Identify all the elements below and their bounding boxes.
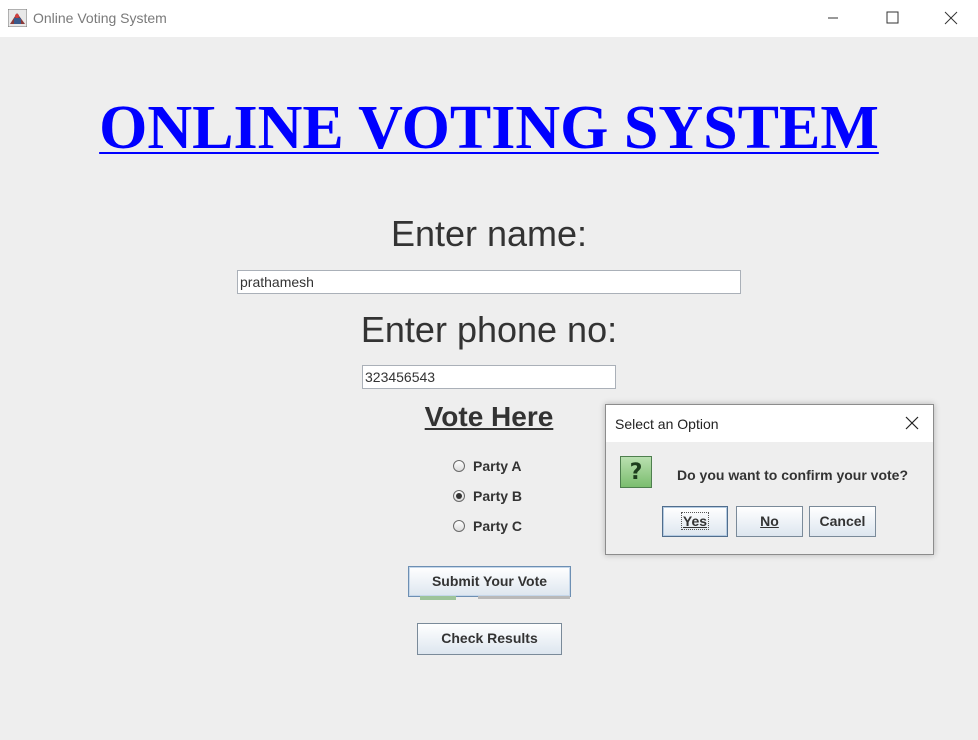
- radio-label: Party C: [473, 518, 523, 534]
- check-results-button[interactable]: Check Results: [417, 623, 562, 655]
- render-artifact: [420, 596, 570, 600]
- java-app-icon: [8, 9, 27, 27]
- no-button-label: No: [760, 513, 779, 529]
- dialog-title: Select an Option: [615, 416, 719, 432]
- maximize-icon[interactable]: [881, 8, 903, 28]
- name-input[interactable]: [237, 270, 741, 294]
- minimize-icon[interactable]: [822, 8, 844, 28]
- phone-input[interactable]: [362, 365, 616, 389]
- radio-party-a[interactable]: Party A: [453, 456, 522, 476]
- dialog-message: Do you want to confirm your vote?: [677, 467, 909, 483]
- submit-vote-button[interactable]: Submit Your Vote: [408, 566, 571, 597]
- yes-button[interactable]: Yes: [662, 506, 728, 537]
- confirm-dialog[interactable]: Select an Option ? Do you want to confir…: [605, 404, 934, 555]
- name-label: Enter name:: [390, 213, 588, 254]
- radio-button-icon[interactable]: [453, 460, 465, 472]
- radio-party-b[interactable]: Party B: [453, 486, 522, 506]
- radio-dot: [456, 493, 462, 499]
- cancel-button[interactable]: Cancel: [809, 506, 876, 537]
- close-icon[interactable]: [940, 8, 962, 28]
- dialog-titlebar[interactable]: Select an Option: [606, 405, 933, 442]
- radio-label: Party A: [473, 458, 522, 474]
- radio-button-icon[interactable]: [453, 520, 465, 532]
- radio-button-selected-icon[interactable]: [453, 490, 465, 502]
- window-titlebar[interactable]: Online Voting System: [0, 0, 978, 37]
- radio-party-c[interactable]: Party C: [453, 516, 522, 536]
- question-icon: ?: [620, 456, 652, 488]
- no-button[interactable]: No: [736, 506, 803, 537]
- window-title: Online Voting System: [33, 10, 167, 26]
- radio-label: Party B: [473, 488, 523, 504]
- yes-button-label: Yes: [680, 512, 710, 530]
- phone-label: Enter phone no:: [360, 309, 618, 350]
- page-heading: ONLINE VOTING SYSTEM: [99, 94, 879, 162]
- close-icon[interactable]: [904, 415, 920, 431]
